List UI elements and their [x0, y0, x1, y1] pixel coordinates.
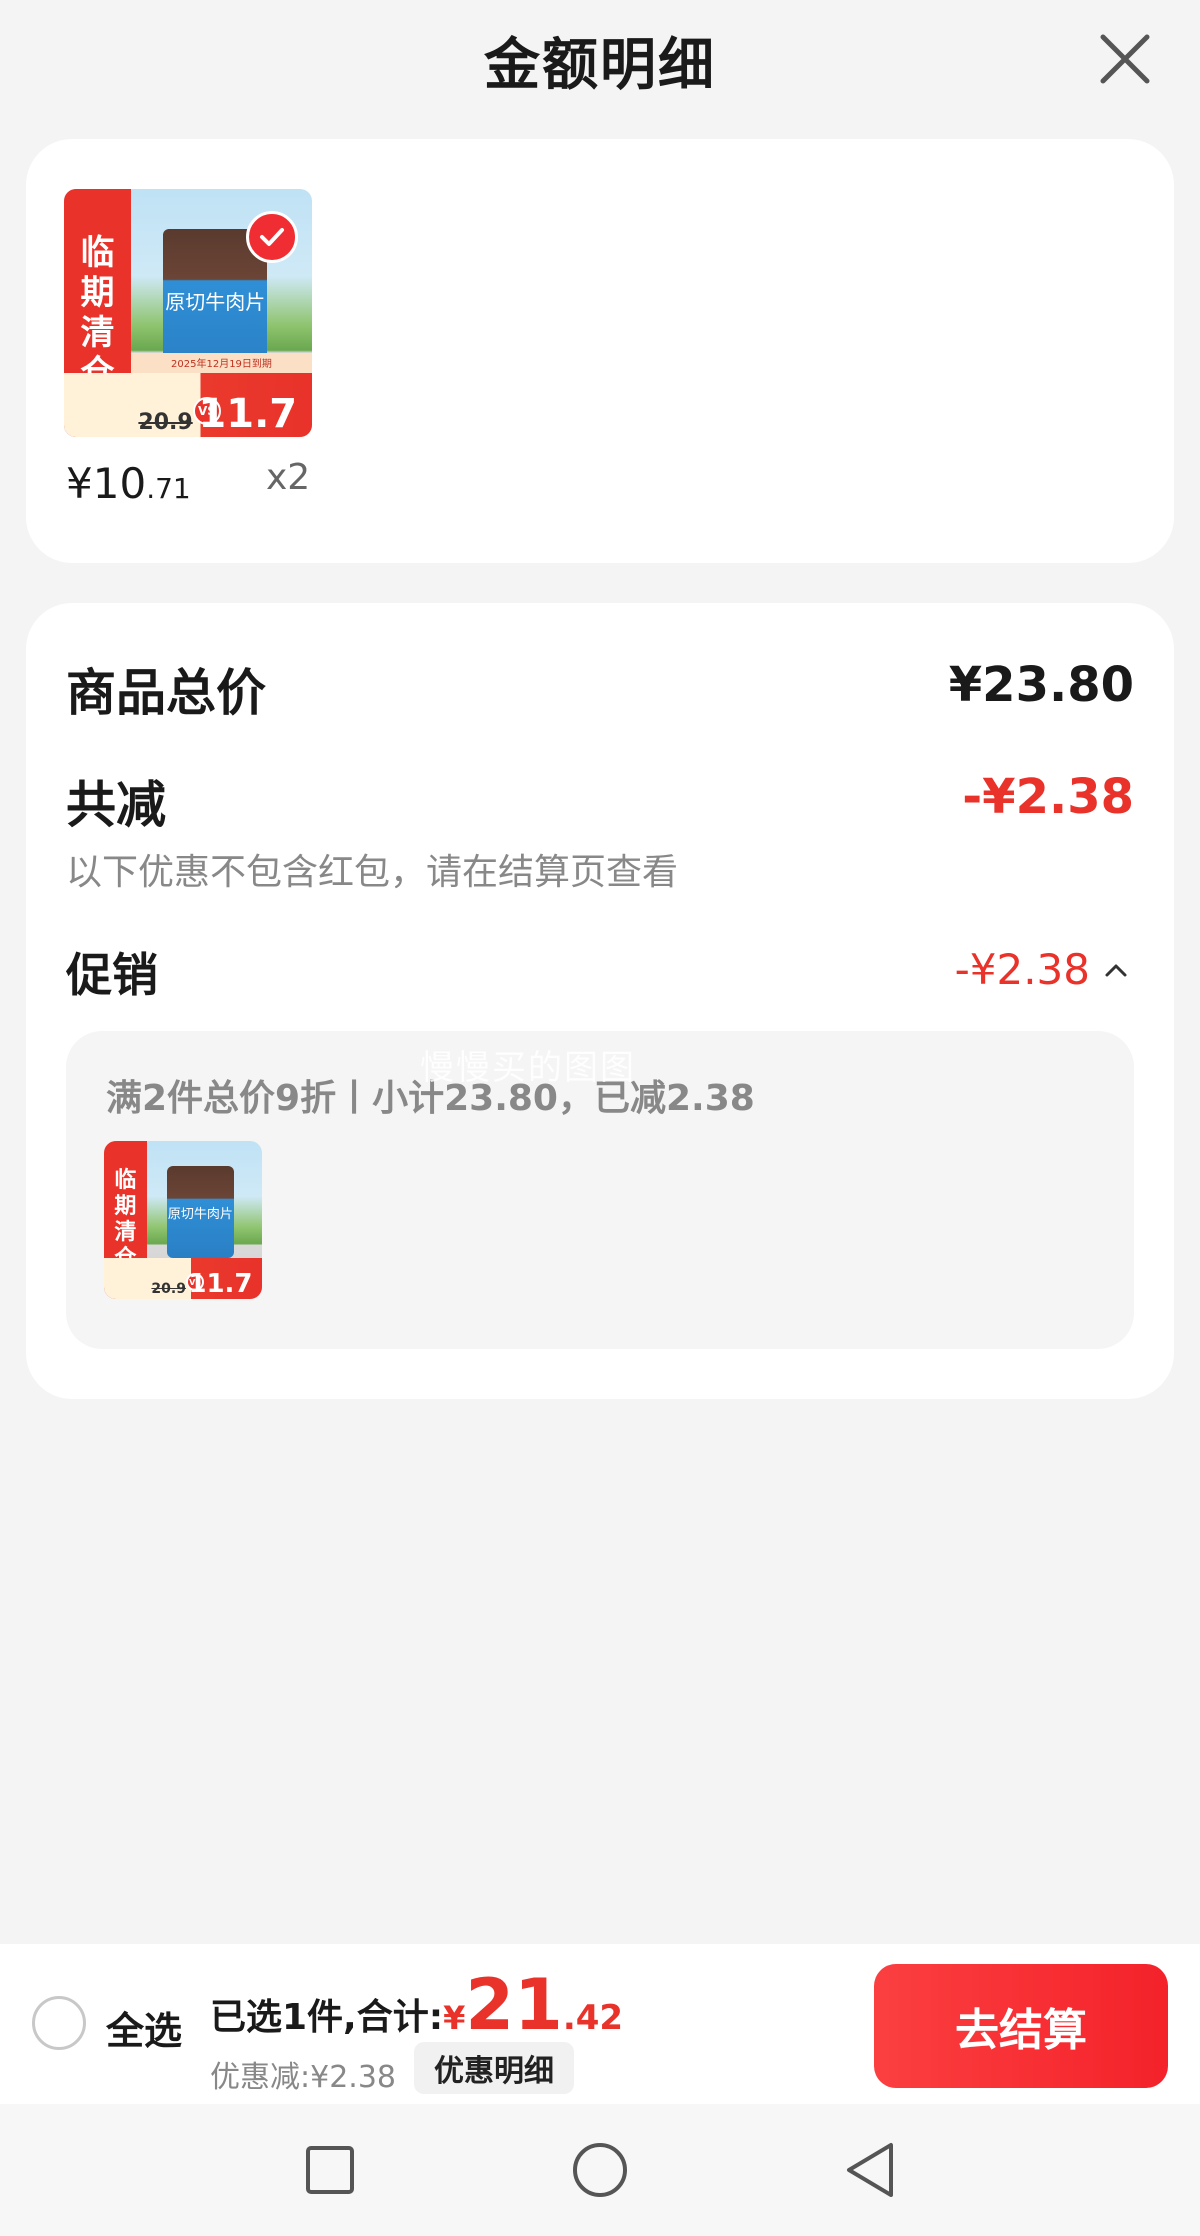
total-currency: ¥	[443, 1999, 466, 2037]
selection-summary: 已选1件,合计: ¥ 21 .42	[210, 1970, 623, 2040]
back-triangle-nav-icon	[847, 2143, 893, 2197]
close-icon	[1100, 34, 1150, 84]
new-price: 11.7	[198, 391, 298, 437]
tag-char: 期	[114, 1194, 137, 1219]
product-package: 原切牛肉片	[167, 1166, 234, 1258]
selected-badge	[246, 211, 298, 263]
tag-char: 清	[80, 313, 115, 353]
discount-detail-button[interactable]: 优惠明细	[414, 2042, 574, 2094]
back-button[interactable]	[835, 2135, 905, 2205]
checkout-bar: 全选 已选1件,合计: ¥ 21 .42 优惠减:¥2.38 优惠明细 去结算	[0, 1944, 1200, 2104]
reduction-label: 共减	[66, 776, 166, 834]
old-price: 20.9	[138, 409, 193, 435]
reduction-note: 以下优惠不包含红包，请在结算页查看	[66, 852, 679, 893]
promo-label: 促销	[66, 948, 158, 1002]
old-price: 20.9	[151, 1281, 186, 1298]
close-button[interactable]	[1090, 24, 1160, 94]
tag-char: 临	[114, 1168, 137, 1193]
product-card: 临 期 清 仓 原切牛肉片 2025年12月19日到期 20.9 VS 11.7…	[26, 139, 1174, 563]
tag-char: 临	[80, 233, 115, 273]
select-all-radio[interactable]	[32, 1996, 86, 2050]
page-title: 金额明细	[484, 32, 716, 98]
chevron-up-icon	[1105, 964, 1127, 976]
total-value: ¥23.80	[948, 657, 1134, 713]
home-button[interactable]	[565, 2135, 635, 2205]
summary-card: 商品总价 ¥23.80 共减 -¥2.38 以下优惠不包含红包，请在结算页查看 …	[26, 603, 1174, 1399]
check-icon	[260, 228, 284, 246]
select-all-label[interactable]: 全选	[106, 2000, 182, 2055]
total-integer: 21	[465, 1964, 563, 2046]
expiry-text: 2025年12月19日到期	[171, 359, 272, 371]
header: 金额明细	[0, 0, 1200, 120]
price-integer: 10	[92, 459, 147, 508]
price-decimal: .71	[146, 472, 191, 505]
expiry-line: 2025年12月19日到期	[130, 352, 312, 373]
product-image[interactable]: 临 期 清 仓 原切牛肉片 2025年12月19日到期 20.9 VS 11.7	[64, 189, 312, 437]
promo-product-image[interactable]: 临 期 清 仓 原切牛肉片 20.9 VS 11.7	[104, 1141, 262, 1299]
circle-nav-icon	[573, 2143, 627, 2197]
currency-symbol: ¥	[66, 459, 93, 508]
tag-char: 期	[80, 273, 115, 313]
square-nav-icon	[306, 2146, 354, 2194]
selected-text: 已选1件,合计:	[210, 1997, 444, 2038]
total-label: 商品总价	[66, 664, 266, 722]
reduction-value: -¥2.38	[962, 769, 1134, 825]
system-nav-bar	[0, 2104, 1200, 2236]
promo-toggle[interactable]: -¥2.38	[955, 945, 1128, 994]
promo-value: -¥2.38	[954, 945, 1090, 994]
package-label: 原切牛肉片	[165, 290, 266, 315]
unit-price: ¥10.71	[66, 459, 191, 508]
total-decimal: .42	[562, 1998, 624, 2038]
package-label: 原切牛肉片	[167, 1206, 233, 1222]
quantity: x2	[266, 457, 311, 498]
discount-amount: 优惠减:¥2.38	[210, 2060, 396, 2095]
recent-apps-button[interactable]	[295, 2135, 365, 2205]
new-price: 11.7	[188, 1269, 253, 1299]
watermark: 慢慢买的图图	[420, 1048, 636, 1088]
checkout-button[interactable]: 去结算	[874, 1964, 1168, 2088]
tag-char: 清	[114, 1220, 137, 1245]
